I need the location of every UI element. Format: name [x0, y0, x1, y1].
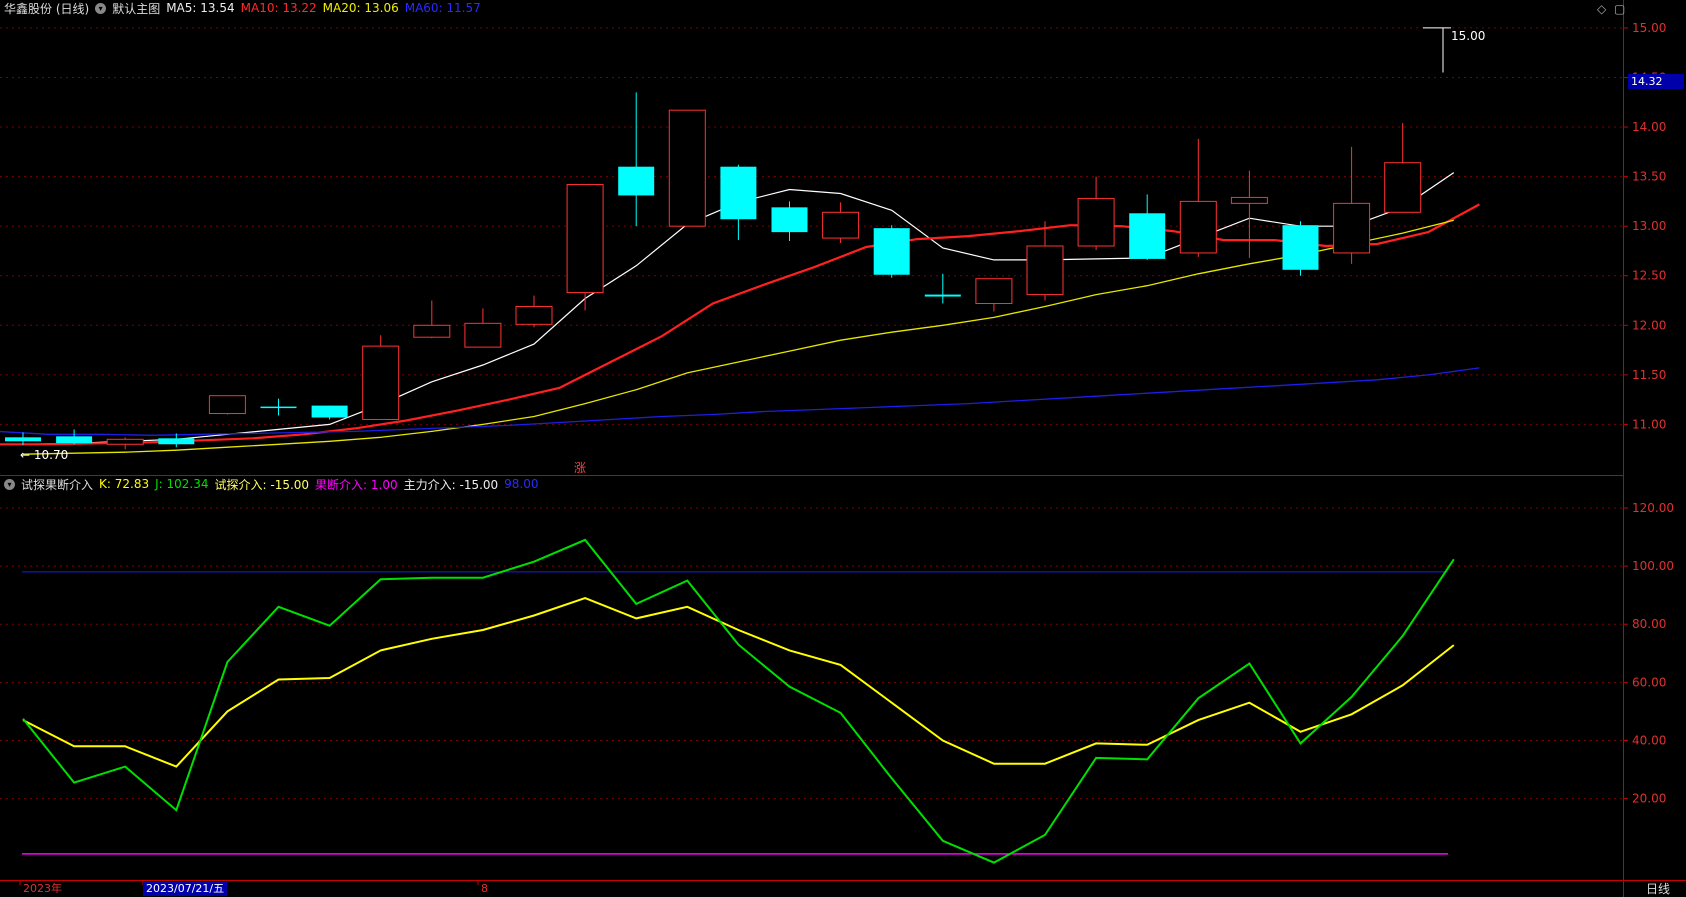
candle-body-down	[771, 207, 808, 233]
cursor-date-label: 2023/07/21/五	[143, 882, 228, 896]
candle-body-up	[362, 345, 400, 420]
indicator-tick-label: 80.00	[1632, 617, 1666, 631]
indicator-tick-label: 40.00	[1632, 733, 1666, 747]
candle-body-down	[56, 436, 93, 444]
price-tick-label: 11.50	[1632, 368, 1666, 382]
price-tick-label: 11.00	[1632, 417, 1666, 431]
period-label[interactable]: 日线	[1643, 882, 1673, 896]
candle-body-down	[311, 405, 348, 418]
month-label: 8	[481, 882, 488, 895]
decisive-value: 果断介入: 1.00	[315, 477, 398, 492]
maximize-icon[interactable]: ▢	[1614, 2, 1625, 16]
candle-body-up	[566, 184, 604, 294]
k-value: K: 72.83	[99, 477, 150, 491]
indicator-title[interactable]: 试探果断介入	[21, 476, 93, 493]
indicator-header: ▾ 试探果断介入 K: 72.83 J: 102.34 试探介入: -15.00…	[4, 476, 539, 492]
candle-body-down	[618, 166, 655, 196]
ma-line-ma20	[22, 219, 1454, 455]
stock-title: 华鑫股份 (日线)	[4, 1, 90, 16]
ma60-value: MA60: 11.57	[404, 1, 481, 15]
ma20-value: MA20: 13.06	[322, 1, 399, 15]
price-tick-label: 13.50	[1632, 170, 1666, 184]
candle-body-up	[208, 395, 246, 415]
candle-body-down	[260, 406, 297, 409]
candle-body-down	[924, 294, 961, 297]
candle-body-up	[464, 322, 502, 348]
main-chart-header: 华鑫股份 (日线) ▾ 默认主图 MA5: 13.54 MA10: 13.22 …	[4, 0, 481, 16]
candle-body-up	[1384, 162, 1422, 213]
probe-value: 试探介入: -15.00	[214, 477, 310, 492]
candle-body-down	[158, 438, 195, 445]
candle-body-up	[975, 278, 1013, 304]
ma5-value: MA5: 13.54	[166, 1, 235, 15]
chevron-down-icon[interactable]: ▾	[95, 2, 107, 14]
ma10-value: MA10: 13.22	[240, 1, 317, 15]
candle-body-up	[106, 438, 144, 445]
price-tick-label: 12.50	[1632, 269, 1666, 283]
year-label: 2023年	[23, 882, 62, 895]
price-tick-label: 15.00	[1632, 21, 1666, 35]
candle-body-up	[1077, 197, 1115, 247]
chart-svg: 11.0011.5012.0012.5013.0013.5014.0014.50…	[0, 0, 1686, 897]
candle-body-up	[413, 324, 451, 338]
indicator-tick-label: 120.00	[1632, 501, 1674, 515]
chevron-down-icon[interactable]: ▾	[4, 478, 15, 490]
template-name[interactable]: 默认主图	[112, 0, 160, 17]
high-label: 15.00	[1451, 29, 1485, 43]
indicator-tick-label: 100.00	[1632, 559, 1674, 573]
diamond-icon[interactable]: ◇	[1597, 2, 1606, 16]
candle-body-up	[822, 211, 860, 239]
candle-body-up	[668, 109, 706, 227]
candle-body-up	[1026, 245, 1064, 296]
j-value: J: 102.34	[155, 477, 209, 491]
candle-body-up	[1333, 202, 1371, 254]
low-label: ← 10.70	[20, 448, 68, 462]
candle-body-down	[720, 166, 757, 220]
level-value: 98.00	[504, 477, 539, 491]
indicator-line-j	[22, 538, 1455, 864]
main-force-value: 主力介入: -15.00	[403, 477, 499, 492]
price-tick-label: 13.00	[1632, 219, 1666, 233]
zhang-mark: 涨	[574, 460, 586, 475]
current-price-tag: 14.32	[1628, 74, 1684, 89]
candle-body-down	[5, 437, 41, 442]
price-tick-label: 12.00	[1632, 318, 1666, 332]
candle-body-down	[873, 228, 910, 275]
candle-body-up	[1179, 200, 1217, 254]
candle-body-down	[1282, 225, 1319, 270]
candle-body-up	[1230, 196, 1268, 204]
candle-body-down	[1129, 213, 1166, 259]
indicator-tick-label: 60.00	[1632, 675, 1666, 689]
indicator-tick-label: 20.00	[1632, 792, 1666, 806]
candle-body-up	[515, 305, 553, 325]
price-tick-label: 14.00	[1632, 120, 1666, 134]
